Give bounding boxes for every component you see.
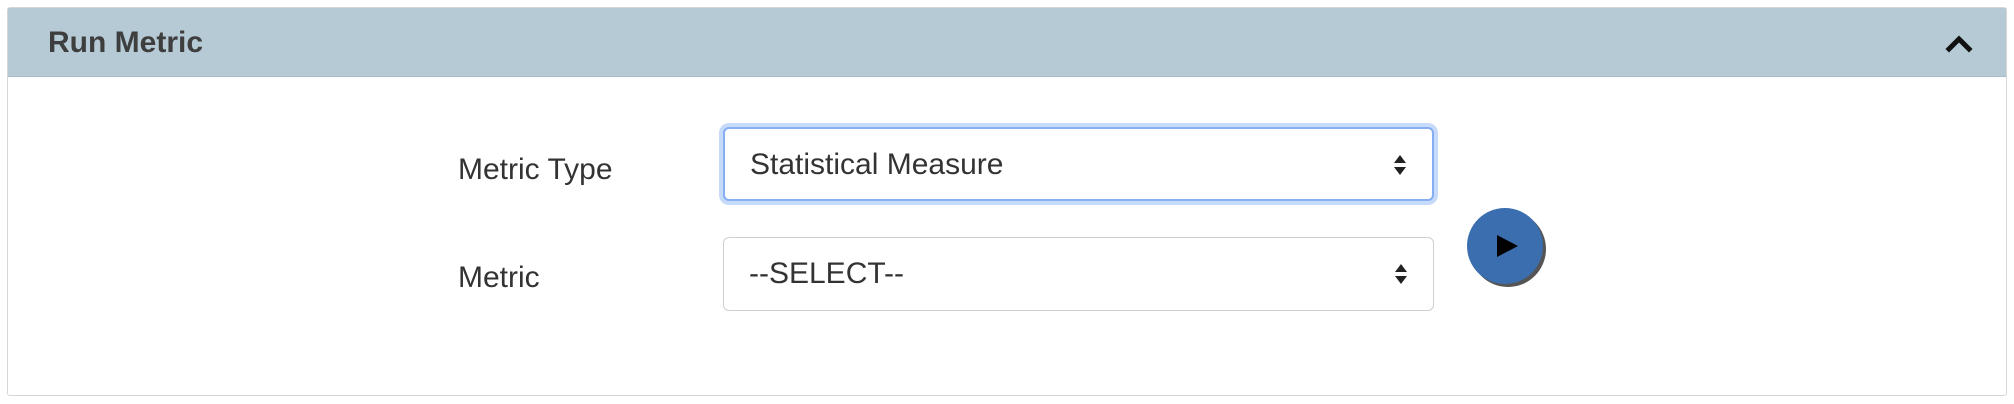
sort-caret-icon xyxy=(1395,264,1407,284)
run-metric-panel: Run Metric Metric Type Statistical Measu… xyxy=(7,7,2007,396)
panel-header[interactable]: Run Metric xyxy=(8,8,2006,77)
panel-title: Run Metric xyxy=(48,26,204,59)
run-metric-button[interactable] xyxy=(1467,208,1543,284)
metric-label: Metric xyxy=(458,261,540,294)
sort-caret-icon xyxy=(1394,155,1406,175)
metric-type-value: Statistical Measure xyxy=(750,148,1004,181)
metric-type-select[interactable]: Statistical Measure xyxy=(723,127,1434,201)
metric-select[interactable]: --SELECT-- xyxy=(723,237,1434,311)
chevron-up-icon[interactable] xyxy=(1942,26,1976,60)
play-icon xyxy=(1497,235,1518,257)
metric-type-label: Metric Type xyxy=(458,153,613,186)
metric-value: --SELECT-- xyxy=(749,257,905,290)
